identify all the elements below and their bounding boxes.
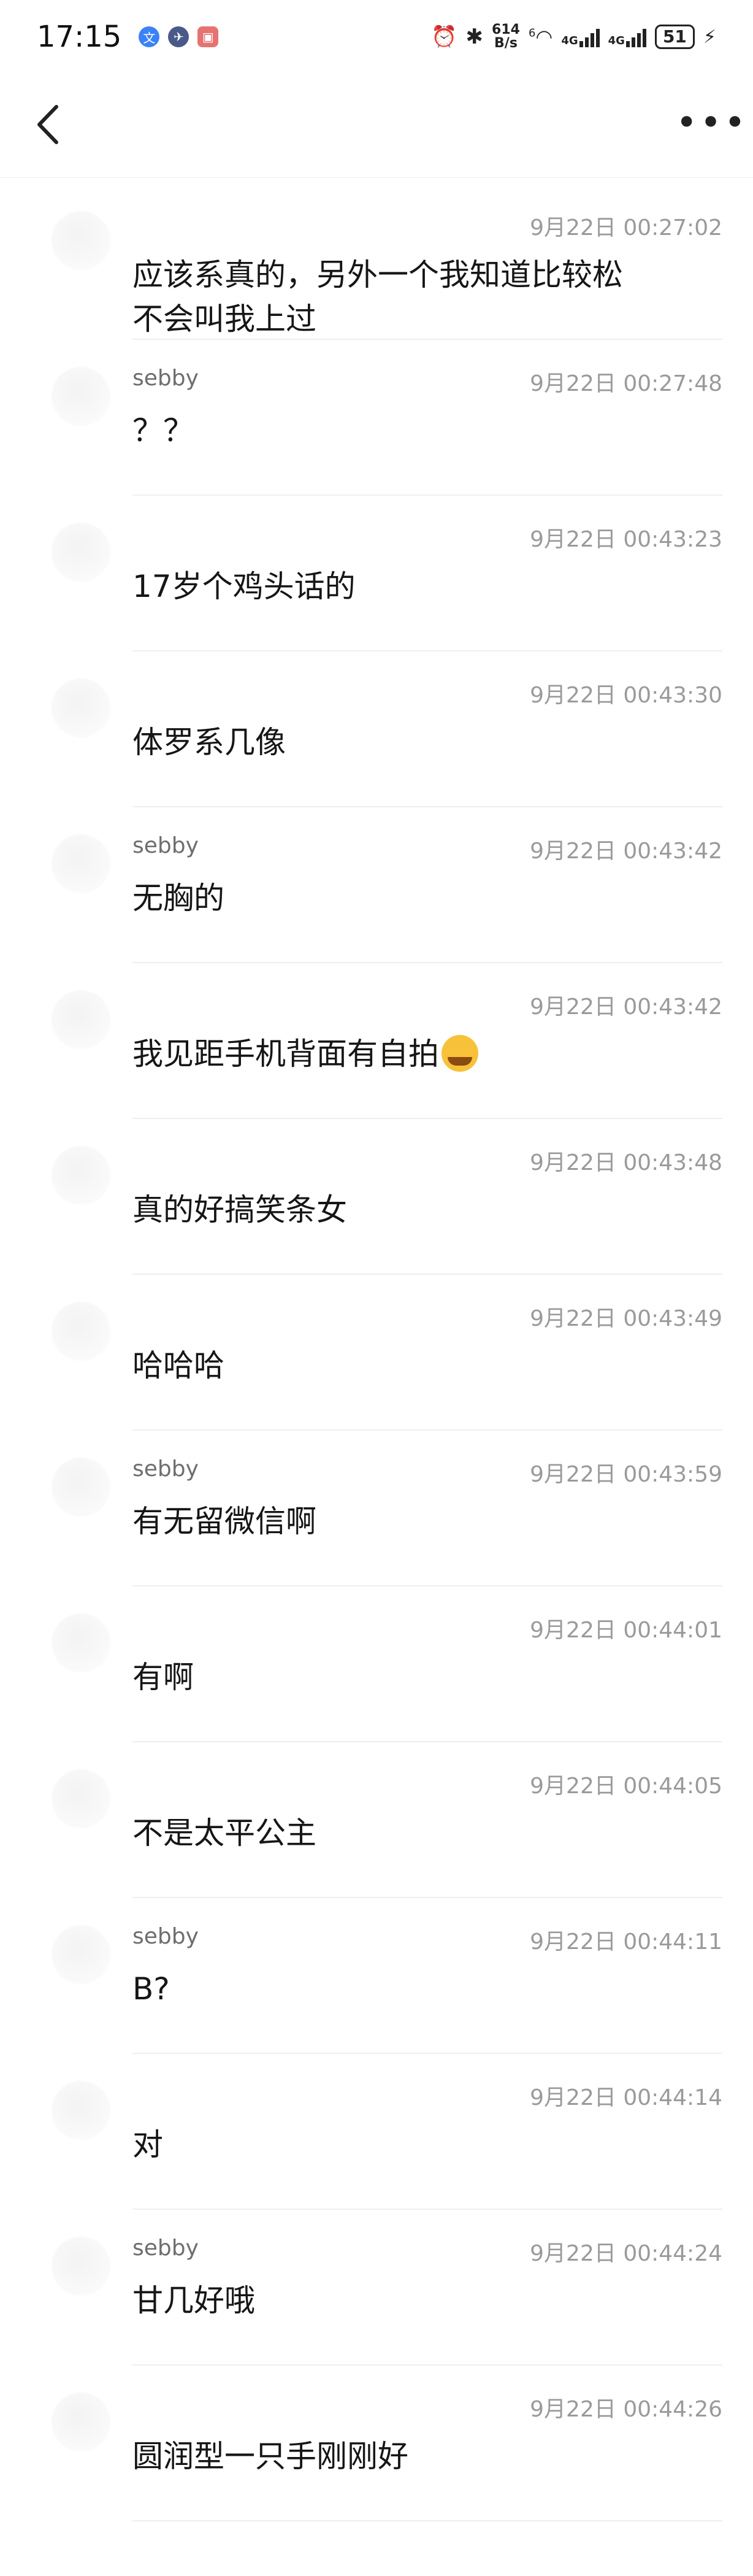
message-item[interactable]: 9月22日 00:43:49 哈哈哈 <box>0 1275 753 1431</box>
cell-signal-1-icon: 4G <box>561 26 600 47</box>
message-text: 对 <box>132 2127 163 2163</box>
crying-laughing-emoji-icon <box>441 1035 478 1072</box>
message-text: 我见距手机背面有自拍 <box>132 1032 722 1076</box>
message-text: 17岁个鸡头话的 <box>132 569 356 604</box>
message-sender: sebby <box>132 833 199 858</box>
status-left: 17:15 文 ✈ ▣ <box>37 20 219 54</box>
more-icon[interactable]: ••• <box>676 104 746 141</box>
status-right: ⏰ ✱ 614 B/s 6◠ 4G 4G 51 ⚡ <box>431 23 716 50</box>
message-time: 9月22日 00:44:14 <box>530 2085 722 2110</box>
message-item[interactable]: sebby 9月22日 00:44:11 B? <box>0 1898 753 2054</box>
net-speed: 614 B/s <box>492 23 520 50</box>
message-item[interactable]: 9月22日 00:27:02 应该系真的，另外一个我知道比较松 不会叫我上过 <box>0 184 753 340</box>
avatar[interactable] <box>52 2393 110 2451</box>
message-item[interactable]: sebby 9月22日 00:27:48 ？？ <box>0 340 753 496</box>
avatar[interactable] <box>52 367 110 426</box>
message-text: 有无留微信啊 <box>132 1504 316 1539</box>
message-item[interactable]: 9月22日 00:44:05 不是太平公主 <box>0 1742 753 1898</box>
avatar[interactable] <box>52 1302 110 1361</box>
message-time: 9月22日 00:27:48 <box>530 371 722 396</box>
message-time: 9月22日 00:43:59 <box>530 1462 722 1487</box>
message-item[interactable]: sebby 9月22日 00:44:24 甘几好哦 <box>0 2210 753 2366</box>
message-list[interactable]: 9月22日 00:27:02 应该系真的，另外一个我知道比较松 不会叫我上过 s… <box>0 184 753 2521</box>
message-time: 9月22日 00:27:02 <box>530 215 722 240</box>
avatar[interactable] <box>52 523 110 582</box>
avatar[interactable] <box>52 2237 110 2296</box>
message-sender: sebby <box>132 1924 199 1949</box>
message-time: 9月22日 00:44:01 <box>530 1618 722 1643</box>
message-text: ？？ <box>132 413 194 448</box>
avatar[interactable] <box>52 2081 110 2140</box>
message-item[interactable]: 9月22日 00:43:48 真的好搞笑条女 <box>0 1119 753 1275</box>
message-text: 圆润型一只手刚刚好 <box>132 2439 408 2474</box>
message-text: 真的好搞笑条女 <box>132 1192 347 1228</box>
message-text: 有啊 <box>132 1659 194 1695</box>
message-time: 9月22日 00:43:49 <box>530 1306 722 1331</box>
net-speed-unit: B/s <box>494 36 518 51</box>
message-time: 9月22日 00:43:42 <box>530 839 722 864</box>
message-time: 9月22日 00:44:05 <box>530 1774 722 1799</box>
message-item[interactable]: 9月22日 00:43:42 我见距手机背面有自拍 <box>0 963 753 1119</box>
message-text: 体罗系几像 <box>132 725 286 760</box>
message-item[interactable]: 9月22日 00:43:23 17岁个鸡头话的 <box>0 496 753 652</box>
gift-app-icon: ▣ <box>197 26 219 47</box>
avatar[interactable] <box>52 990 110 1049</box>
message-text: B? <box>132 1971 170 2007</box>
avatar[interactable] <box>52 834 110 893</box>
battery-indicator: 51 <box>654 25 695 49</box>
message-item[interactable]: sebby 9月22日 00:43:42 无胸的 <box>0 807 753 963</box>
avatar[interactable] <box>52 1146 110 1205</box>
message-text: 不是太平公主 <box>132 1815 316 1851</box>
message-time: 9月22日 00:44:26 <box>530 2397 722 2422</box>
avatar[interactable] <box>52 1458 110 1517</box>
message-sender: sebby <box>132 366 199 391</box>
status-time: 17:15 <box>37 20 122 54</box>
message-time: 9月22日 00:43:42 <box>530 994 722 1020</box>
back-icon[interactable] <box>22 97 77 152</box>
message-item[interactable]: 9月22日 00:44:01 有啊 <box>0 1586 753 1742</box>
wifi-icon: 6◠ <box>528 25 553 48</box>
avatar[interactable] <box>52 1769 110 1828</box>
wifi-label: 6 <box>528 26 536 40</box>
message-item[interactable]: 9月22日 00:43:30 体罗系几像 <box>0 652 753 807</box>
message-text: 无胸的 <box>132 880 224 916</box>
net-label-1: 4G <box>561 34 578 47</box>
cell-signal-2-icon: 4G <box>608 26 646 47</box>
bluetooth-icon: ✱ <box>465 25 484 49</box>
message-text: 哈哈哈 <box>132 1348 224 1383</box>
status-bar: 17:15 文 ✈ ▣ ⏰ ✱ 614 B/s 6◠ 4G 4G 51 ⚡ <box>0 0 753 74</box>
avatar[interactable] <box>52 211 110 270</box>
charging-icon: ⚡ <box>703 26 716 48</box>
notification-app-icon: ✈ <box>168 26 189 47</box>
avatar[interactable] <box>52 1925 110 1984</box>
message-text-content: 我见距手机背面有自拍 <box>132 1036 439 1072</box>
message-item[interactable]: 9月22日 00:44:26 圆润型一只手刚刚好 <box>0 2366 753 2521</box>
nav-bar: ••• <box>0 74 753 178</box>
message-time: 9月22日 00:43:30 <box>530 683 722 708</box>
avatar[interactable] <box>52 679 110 737</box>
message-sender: sebby <box>132 1456 199 1482</box>
avatar[interactable] <box>52 1613 110 1672</box>
message-text: 应该系真的，另外一个我知道比较松 不会叫我上过 <box>132 257 623 337</box>
alarm-icon: ⏰ <box>431 25 457 49</box>
message-item[interactable]: sebby 9月22日 00:43:59 有无留微信啊 <box>0 1431 753 1586</box>
message-time: 9月22日 00:44:24 <box>530 2241 722 2266</box>
net-label-2: 4G <box>608 34 625 47</box>
message-time: 9月22日 00:44:11 <box>530 1929 722 1955</box>
translate-app-icon: 文 <box>139 26 160 47</box>
message-sender: sebby <box>132 2236 199 2261</box>
message-text: 甘几好哦 <box>132 2283 255 2318</box>
message-time: 9月22日 00:43:48 <box>530 1150 722 1175</box>
message-time: 9月22日 00:43:23 <box>530 527 722 552</box>
message-item[interactable]: 9月22日 00:44:14 对 <box>0 2054 753 2210</box>
